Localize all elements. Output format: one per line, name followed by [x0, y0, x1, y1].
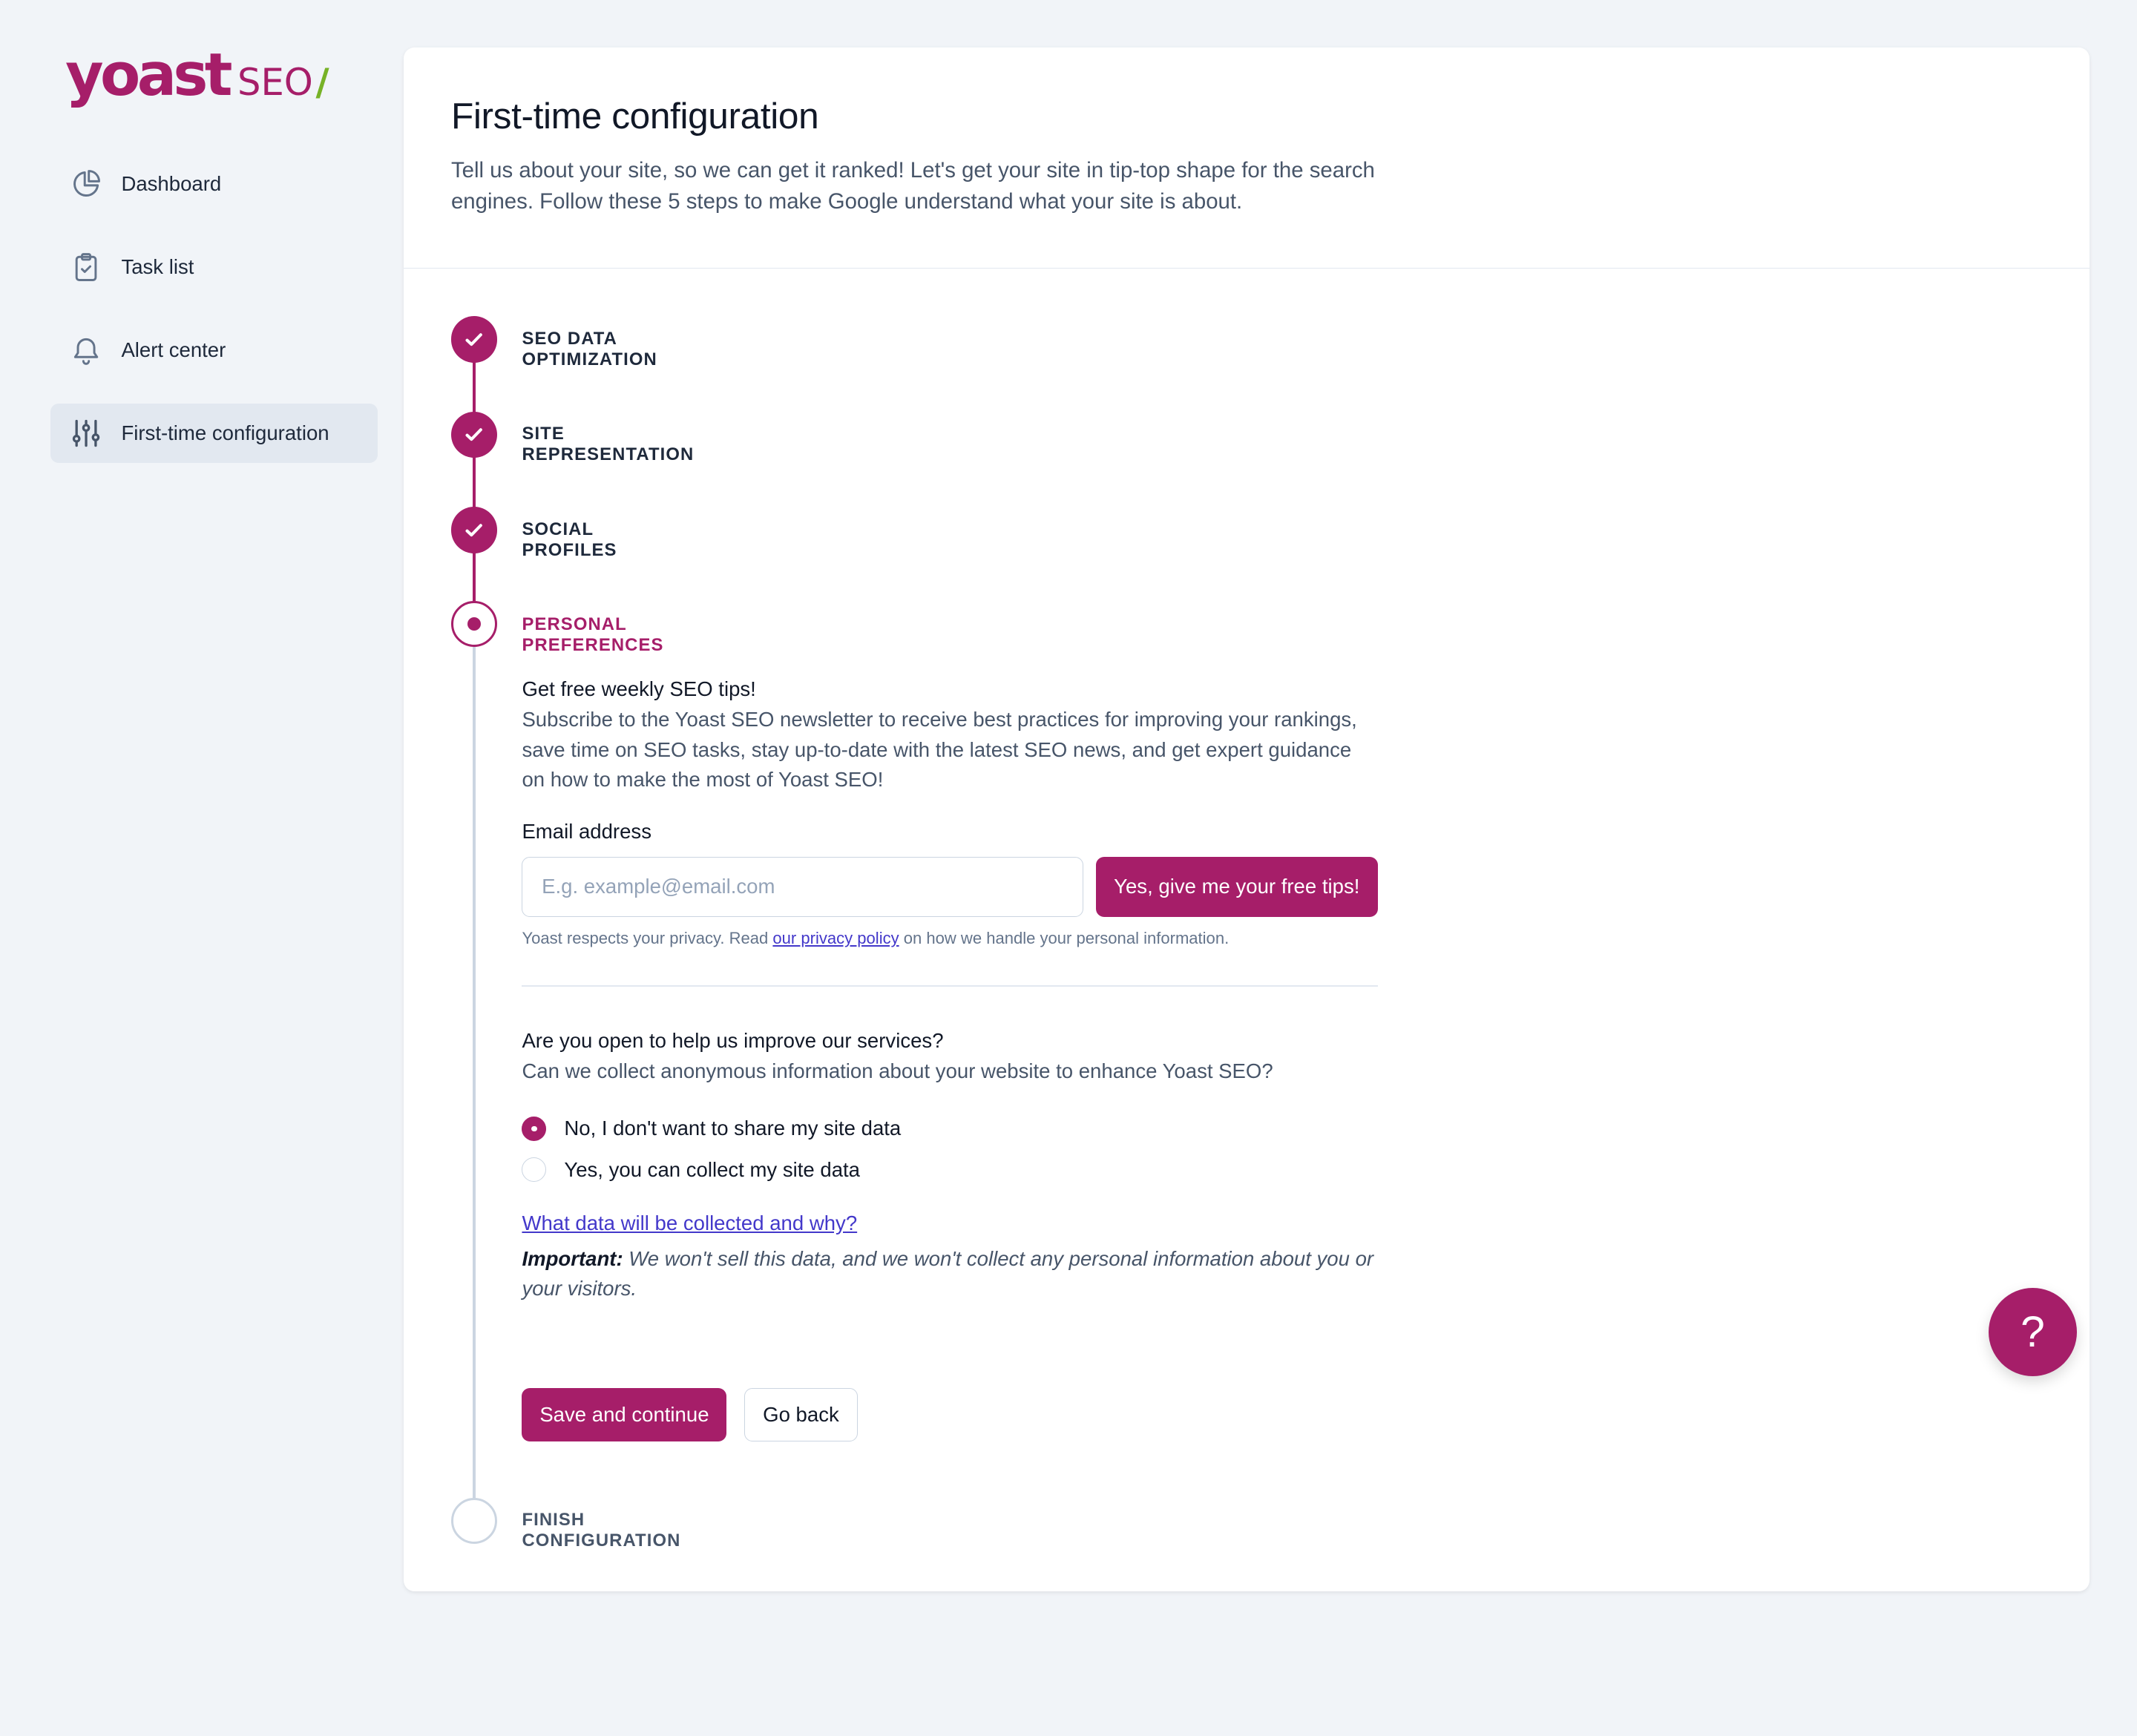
step-title-finish-configuration: FINISH CONFIGURATION — [522, 1510, 681, 1551]
go-back-button[interactable]: Go back — [744, 1388, 858, 1441]
privacy-policy-link[interactable]: our privacy policy — [772, 929, 899, 947]
logo-wordmark: yoast — [65, 41, 232, 110]
important-note: Important: We won't sell this data, and … — [522, 1244, 1377, 1304]
radio-button-selected[interactable] — [522, 1116, 547, 1141]
page: yoast SEO / Dashboard Task list Alert ce… — [0, 0, 2137, 1736]
logo-slash: / — [315, 61, 329, 105]
clipboard-check-icon — [70, 251, 102, 283]
sidebar-item-first-time-configuration[interactable]: First-time configuration — [50, 403, 378, 464]
divider — [522, 984, 1378, 987]
sidebar-item-task-list[interactable]: Task list — [50, 237, 378, 297]
data-collection-link[interactable]: What data will be collected and why? — [522, 1211, 857, 1234]
help-button[interactable]: ? — [1988, 1287, 2078, 1377]
yoast-logo[interactable]: yoast SEO / — [65, 46, 329, 111]
email-field[interactable] — [522, 856, 1084, 917]
radio-option-no[interactable]: No, I don't want to share my site data — [522, 1108, 1377, 1149]
configuration-card: First-time configuration Tell us about y… — [403, 47, 2090, 1592]
tracking-question: Can we collect anonymous information abo… — [522, 1059, 1273, 1083]
radio-label[interactable]: No, I don't want to share my site data — [564, 1117, 901, 1140]
radio-label[interactable]: Yes, you can collect my site data — [564, 1158, 860, 1182]
privacy-text: on how we handle your personal informati… — [899, 929, 1230, 948]
step-title-site-representation[interactable]: SITE REPRESENTATION — [522, 424, 694, 465]
card-header: First-time configuration Tell us about y… — [403, 47, 2090, 269]
important-label: Important: — [522, 1246, 623, 1270]
radio-button[interactable] — [522, 1157, 547, 1183]
sliders-icon — [70, 417, 102, 450]
sidebar-item-label: Dashboard — [121, 171, 222, 195]
sidebar-item-dashboard[interactable]: Dashboard — [50, 154, 378, 214]
tracking-options: No, I don't want to share my site data Y… — [522, 1108, 1377, 1190]
email-form: Yes, give me your free tips! — [522, 856, 1378, 917]
step-current-icon — [450, 600, 498, 648]
important-text: We won't sell this data, and we won't co… — [522, 1246, 1374, 1301]
step-complete-icon — [450, 507, 498, 553]
sidebar-item-label: Alert center — [121, 338, 226, 362]
step-connector — [473, 647, 476, 1506]
pie-chart-icon — [70, 168, 102, 200]
form-actions: Save and continue Go back — [522, 1388, 1377, 1441]
step-complete-icon — [450, 316, 498, 363]
newsletter-description: Subscribe to the Yoast SEO newsletter to… — [522, 708, 1357, 792]
step-title-seo-data-optimization[interactable]: SEO DATA OPTIMIZATION — [522, 329, 657, 370]
step-title-social-profiles[interactable]: SOCIAL PROFILES — [522, 519, 617, 561]
sidebar-item-label: Task list — [121, 254, 194, 278]
page-title: First-time configuration — [450, 94, 819, 137]
bell-icon — [70, 334, 102, 366]
step-title-personal-preferences: PERSONAL PREFERENCES — [522, 614, 664, 656]
page-description: Tell us about your site, so we can get i… — [450, 157, 1375, 214]
sidebar-nav: Dashboard Task list Alert center First-t… — [50, 154, 378, 487]
question-icon: ? — [2021, 1307, 2045, 1356]
step-complete-icon — [450, 411, 498, 458]
radio-option-yes[interactable]: Yes, you can collect my site data — [522, 1149, 1377, 1190]
email-label: Email address — [522, 819, 651, 843]
sidebar-item-alert-center[interactable]: Alert center — [50, 320, 378, 381]
newsletter-heading: Get free weekly SEO tips! — [522, 677, 756, 700]
subscribe-button[interactable]: Yes, give me your free tips! — [1095, 856, 1378, 917]
save-and-continue-button[interactable]: Save and continue — [522, 1388, 727, 1441]
privacy-text: Yoast respects your privacy. Read — [522, 929, 773, 948]
logo-product: SEO — [237, 61, 313, 105]
privacy-note: Yoast respects your privacy. Read our pr… — [522, 929, 1377, 948]
step-pending-icon — [450, 1497, 498, 1544]
personal-preferences-panel: Get free weekly SEO tips! Subscribe to t… — [522, 677, 1378, 1441]
tracking-heading: Are you open to help us improve our serv… — [522, 1028, 944, 1052]
sidebar-item-label: First-time configuration — [121, 421, 329, 445]
